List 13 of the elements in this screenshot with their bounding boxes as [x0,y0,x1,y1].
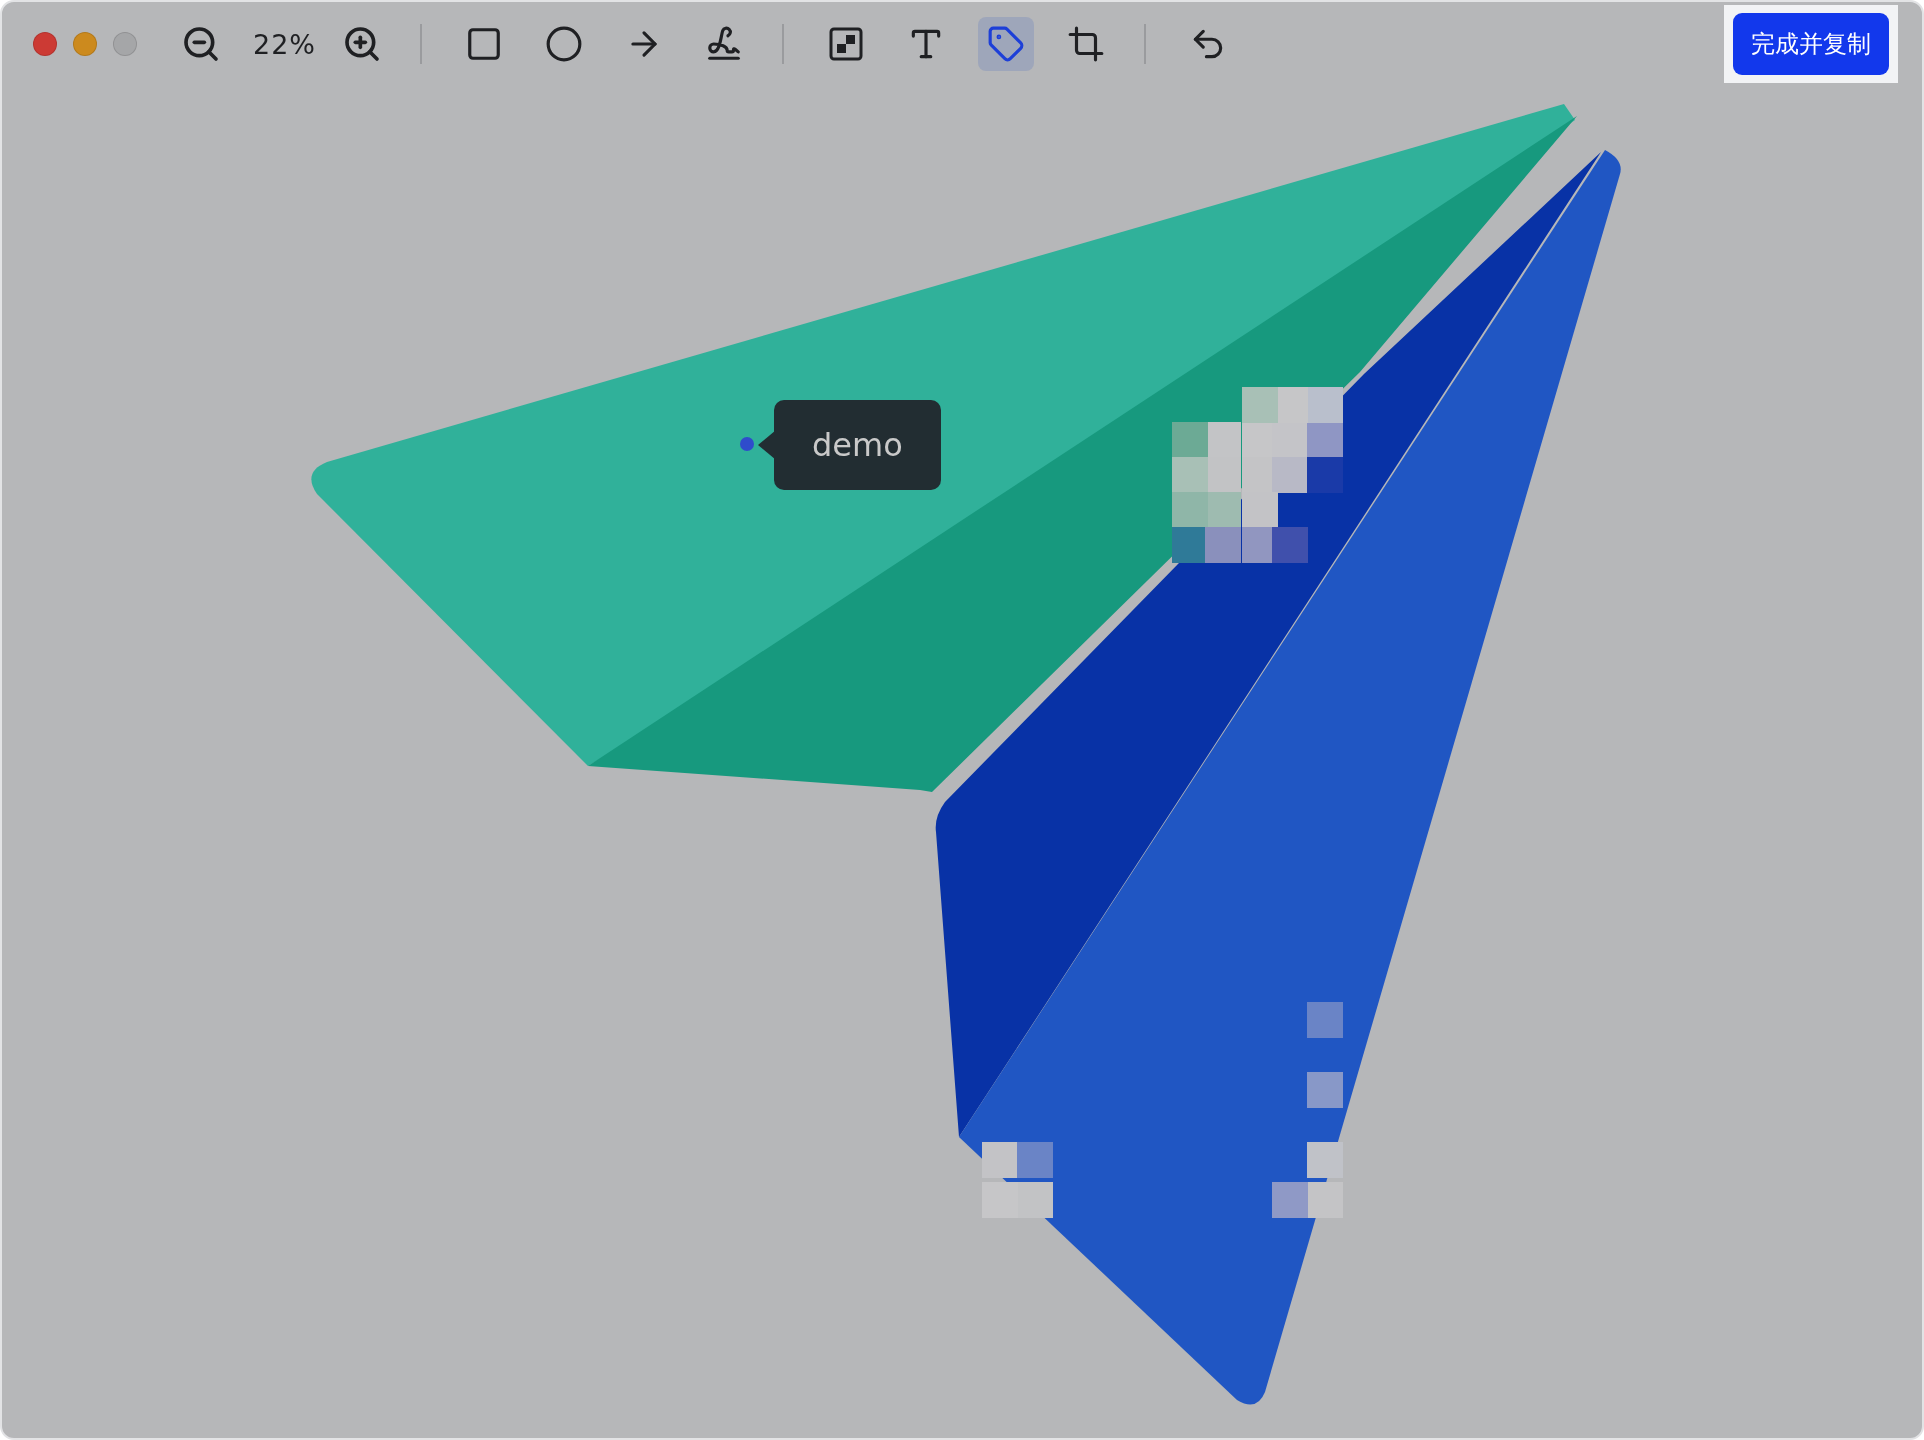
square-icon [465,25,503,63]
pen-scribble-icon [705,25,743,63]
mosaic-icon [829,27,863,61]
tag-icon [987,25,1025,63]
zoom-level: 22% [253,28,316,60]
zoom-out-icon [181,24,221,64]
tag-tool-button[interactable] [978,17,1034,71]
crop-icon [1067,25,1105,63]
tag-label[interactable]: demo [774,400,941,490]
finish-and-copy-button[interactable]: 完成并复制 [1733,13,1889,75]
zoom-in-icon [342,24,382,64]
close-button[interactable] [33,32,57,56]
circle-icon [545,25,583,63]
